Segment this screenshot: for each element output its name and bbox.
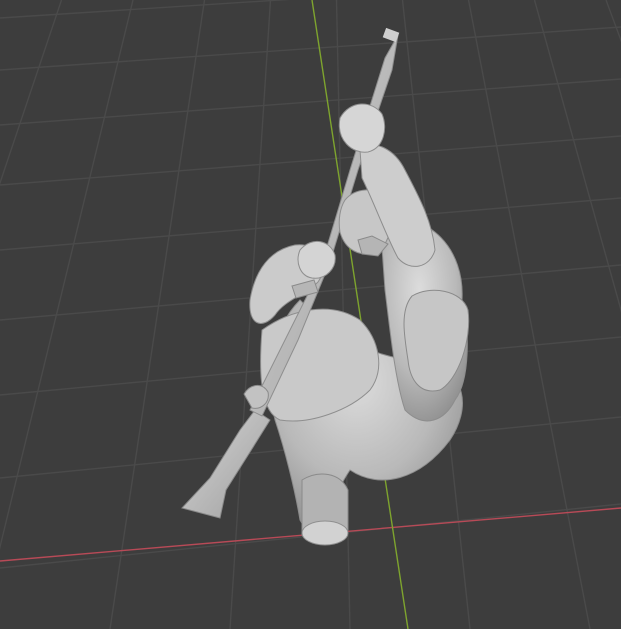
leg-stump-cap	[301, 520, 349, 546]
viewport-canvas[interactable]	[0, 0, 621, 629]
3d-viewport[interactable]	[0, 0, 621, 629]
